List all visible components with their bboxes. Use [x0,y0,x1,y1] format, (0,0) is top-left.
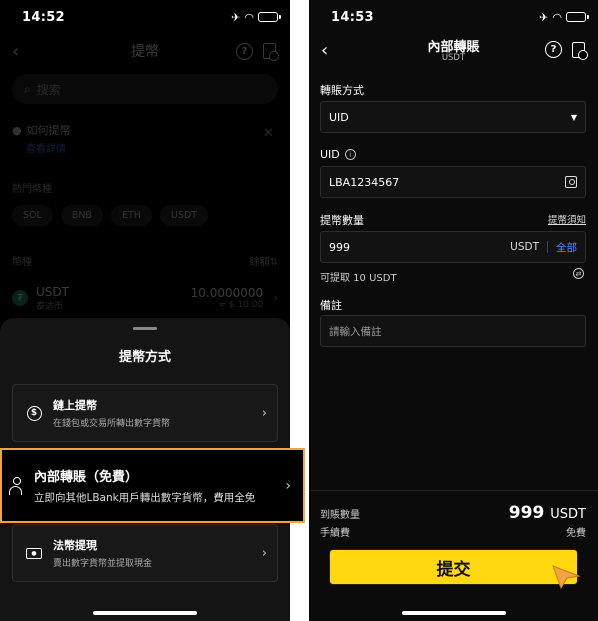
howto-link[interactable]: 查看詳情 [26,140,278,155]
remark-label: 備註 [320,299,342,312]
history-icon[interactable] [572,41,588,60]
chip-sol[interactable]: SOL [12,205,53,226]
battery-icon [258,12,281,22]
option-internal-transfer[interactable]: 內部轉賬（免費） 立即向其他LBank用戶轉出數字貨幣，費用全免 › [0,448,305,523]
withdraw-notice-link[interactable]: 提幣須知 [548,212,586,226]
wifi-icon: ◠ [552,10,562,24]
chip-eth[interactable]: ETH [110,205,152,226]
status-time: 14:53 [331,9,374,25]
airplane-icon: ✈ [539,10,549,24]
chevron-right-icon: › [273,291,278,305]
sort-balance[interactable]: 餘額⇅ [250,253,278,268]
fee-label: 手續費 [320,528,350,539]
method-select[interactable]: UID ▼ [320,101,586,133]
airplane-icon: ✈ [231,10,241,24]
left-phone-screen: 14:52 ✈ ◠ ‹ 提幣 ? ⌕ 搜索 ● 如何提幣 查看詳情 ✕ 熱門幣種 … [0,0,290,621]
uid-field[interactable]: LBA1234567 [320,166,586,198]
tether-icon: ₮ [12,290,28,306]
fee-value: 免費 [566,528,586,539]
nav-bar: ‹ 內部轉賬 USDT ? [309,34,598,68]
cash-icon: ● [26,547,42,559]
all-button[interactable]: 全部 [556,240,577,255]
close-icon[interactable]: ✕ [263,126,274,141]
chevron-right-icon: › [261,405,267,421]
option-fiat-withdraw[interactable]: ● 法幣提現 賣出數字貨幣並提取現金 › [12,524,278,582]
sheet-grabber[interactable] [133,327,157,330]
help-icon[interactable]: ? [236,42,253,60]
option-onchain-withdraw[interactable]: $ 鏈上提幣 在錢包或交易所轉出數字貨幣 › [12,384,278,442]
howto-banner: ● 如何提幣 查看詳情 ✕ [12,122,278,162]
chevron-right-icon: › [261,545,267,561]
search-input[interactable]: ⌕ 搜索 [12,74,278,104]
search-icon: ⌕ [24,81,31,96]
status-bar: 14:52 ✈ ◠ [0,0,290,34]
swap-icon[interactable]: ⇄ [573,268,584,279]
user-transfer-icon [9,476,25,495]
nav-bar: ‹ 提幣 ? [0,34,290,68]
amount-label: 提幣數量 [320,214,364,227]
submit-button[interactable]: 提交 [330,550,577,584]
chip-usdt[interactable]: USDT [159,205,209,226]
status-time: 14:52 [22,9,65,25]
coin-row-usdt[interactable]: ₮ USDT 泰达币 10.0000000 ≈ $ 10.00 › [12,282,278,314]
home-indicator [93,611,197,615]
help-icon[interactable]: ? [545,41,562,58]
receive-amount: 999 [508,503,545,523]
chip-bnb[interactable]: BNB [60,205,103,226]
uid-label: UID i [320,148,356,161]
hot-coins-label: 熱門幣種 [12,184,52,195]
status-bar: 14:53 ✈ ◠ [309,0,598,34]
caret-down-icon: ▼ [570,112,577,122]
chevron-right-icon: › [285,477,291,494]
info-icon: ● [12,123,22,137]
right-phone-screen: 14:53 ✈ ◠ ‹ 內部轉賬 USDT ? 轉賬方式 UID ▼ UID i… [309,0,598,621]
history-icon[interactable] [263,43,279,61]
sheet-title: 提幣方式 [118,350,171,365]
back-icon[interactable]: ‹ [12,41,19,62]
available-amount: 可提取 10 USDT [320,273,397,284]
receive-unit: USDT [550,507,586,522]
coin-transfer-icon: $ [26,405,42,421]
page-title: 提幣 [131,44,159,60]
remark-input[interactable]: 請輸入備註 [320,315,586,347]
home-indicator [401,611,506,615]
battery-icon [566,12,589,22]
hot-coins-chips: SOL BNB ETH USDT [12,205,209,226]
amount-field[interactable]: 999 USDT 全部 [320,231,586,263]
receive-label: 到賬數量 [320,510,360,521]
info-icon[interactable]: i [344,149,356,160]
wifi-icon: ◠ [244,10,254,24]
coin-list-header: 幣種 餘額⇅ [12,253,278,268]
pointer-cursor-icon [552,565,581,590]
contact-card-icon[interactable] [565,176,577,188]
method-label: 轉賬方式 [320,84,364,97]
